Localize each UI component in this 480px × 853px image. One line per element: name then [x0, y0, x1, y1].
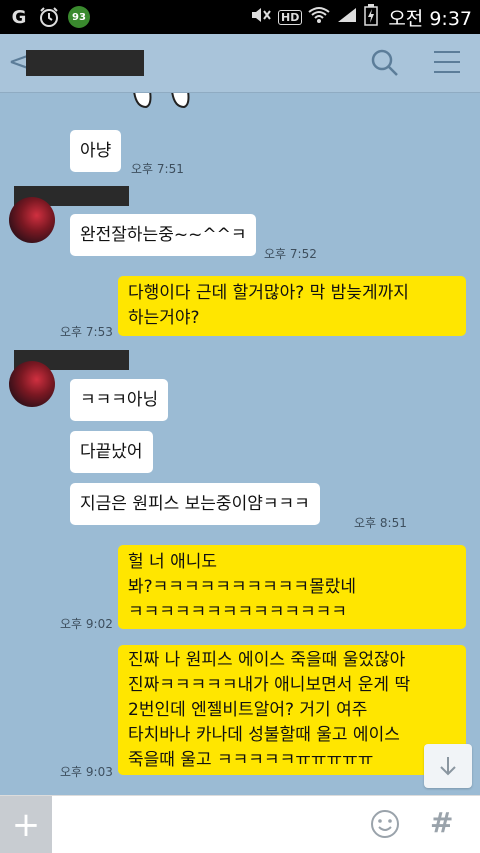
- message-bubble-incoming[interactable]: 완전잘하는중~~^^ㅋ: [70, 214, 257, 256]
- message-bubble-outgoing[interactable]: 헐 너 애니도 봐?ㅋㅋㅋㅋㅋㅋㅋㅋㅋㅋ몰랐네 ㅋㅋㅋㅋㅋㅋㅋㅋㅋㅋㅋㅋㅋㅋ: [118, 545, 466, 629]
- hd-voice-icon: HD: [277, 9, 303, 25]
- sticker-partial-icon: [133, 93, 190, 109]
- emoticon-icon[interactable]: [370, 809, 400, 839]
- signal-icon: [336, 6, 358, 28]
- wifi-icon: [308, 6, 330, 28]
- scroll-to-bottom-button[interactable]: [424, 744, 472, 788]
- arrow-down-icon: [440, 757, 456, 776]
- message-time: 오후 9:03: [60, 765, 113, 779]
- hash-search-button[interactable]: #: [430, 806, 453, 839]
- message-time: 오후 7:53: [60, 325, 113, 339]
- message-bubble-incoming[interactable]: 지금은 원피스 보는중이얌ㅋㅋㅋ: [70, 483, 320, 525]
- message-input-bar: + #: [0, 795, 480, 853]
- message-time: 오후 8:51: [354, 516, 407, 530]
- battery-charging-icon: [364, 4, 379, 30]
- notification-badge-icon: 93: [68, 6, 90, 28]
- message-time: 오후 7:51: [131, 162, 184, 176]
- search-icon[interactable]: [370, 48, 400, 78]
- message-input[interactable]: [56, 804, 360, 846]
- status-bar: G 93 HD 오전 9:37: [0, 0, 480, 34]
- mute-icon: [250, 6, 272, 28]
- message-time: 오후 7:52: [264, 247, 317, 261]
- chat-header: <: [0, 34, 480, 93]
- clock: 오전 9:37: [388, 7, 472, 30]
- attach-plus-button[interactable]: +: [0, 796, 52, 853]
- message-bubble-incoming[interactable]: ㅋㅋㅋ아닝: [70, 379, 169, 421]
- message-bubble-incoming[interactable]: 아냥: [70, 130, 122, 172]
- message-time: 오후 9:02: [60, 617, 113, 631]
- message-bubble-outgoing[interactable]: 진짜 나 원피스 에이스 죽을때 울었잖아 진짜ㅋㅋㅋㅋㅋ내가 애니보면서 운게…: [118, 645, 466, 775]
- carrier-logo-icon: G: [11, 6, 27, 28]
- chat-area[interactable]: 아냥 오후 7:51 완전잘하는중~~^^ㅋ 오후 7:52 다행이다 근데 할…: [0, 93, 480, 795]
- avatar[interactable]: [9, 197, 55, 243]
- message-bubble-outgoing[interactable]: 다행이다 근데 할거많아? 막 밤늦게까지 하는거야?: [118, 276, 466, 336]
- menu-icon[interactable]: [434, 51, 460, 73]
- alarm-clock-icon: [38, 6, 60, 28]
- chat-title-redacted: [26, 50, 144, 76]
- message-bubble-incoming[interactable]: 다끝났어: [70, 431, 153, 473]
- avatar[interactable]: [9, 361, 55, 407]
